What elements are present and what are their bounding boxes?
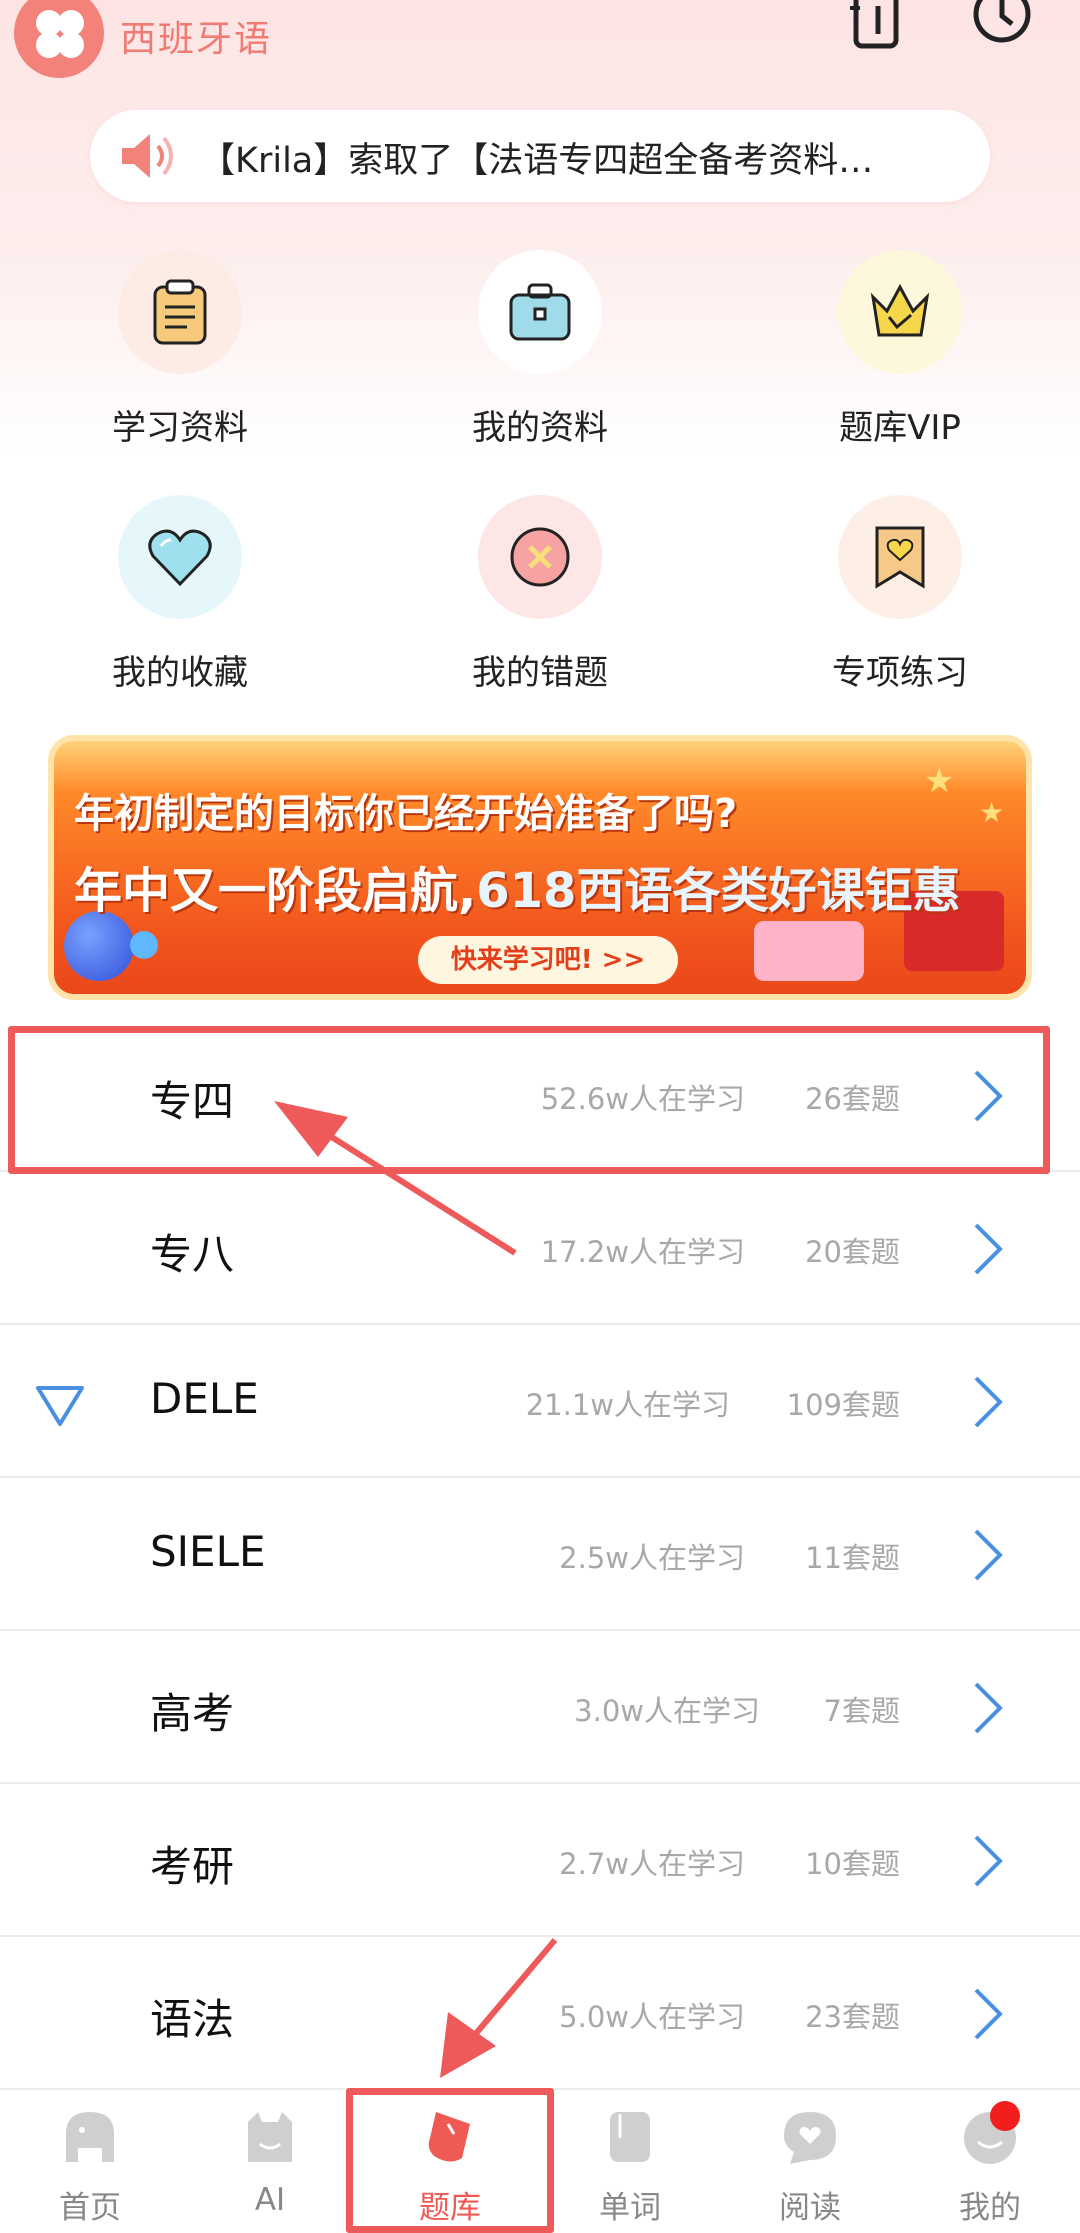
- notice-bar[interactable]: 【Krila】索取了【法语专四超全备考资料…: [90, 110, 990, 202]
- grid-item-special-practice[interactable]: 专项练习: [750, 495, 1050, 695]
- grid-item-study-materials[interactable]: 学习资料: [30, 250, 330, 450]
- banner-subheadline-prefix: 年中又一阶段启航,: [74, 863, 477, 919]
- grid-label: 学习资料: [112, 408, 248, 448]
- bookmark-heart-icon: [875, 526, 925, 589]
- grid-label: 专项练习: [832, 653, 968, 693]
- list-item-kaoyan[interactable]: 考研 2.7w人在学习 10套题: [0, 1785, 1080, 1937]
- learners-count: 2.5w人在学习: [559, 1541, 745, 1575]
- triangle-down-icon: [36, 1386, 84, 1426]
- grid-item-wrong-answers[interactable]: 我的错题: [390, 495, 690, 695]
- exam-name: 考研: [150, 1842, 235, 1891]
- nav-label: AI: [254, 2182, 286, 2218]
- learners-count: 3.0w人在学习: [574, 1694, 760, 1728]
- elephant-icon: [66, 2112, 114, 2162]
- chevron-right-icon: [974, 1682, 1003, 1734]
- annotation-arrow-icon: [274, 1101, 517, 1256]
- grid-label: 我的错题: [472, 653, 608, 693]
- notebook-icon[interactable]: [848, 0, 908, 50]
- banner-headline: 年初制定的目标你已经开始准备了吗?: [74, 791, 738, 837]
- annotation-arrow-icon: [440, 1938, 558, 2078]
- nav-label: 我的: [959, 2190, 1021, 2226]
- banner-subheadline-highlight: 618西语各类好课钜惠: [476, 863, 961, 919]
- nav-label: 首页: [59, 2190, 121, 2226]
- exam-name: 专八: [150, 1230, 235, 1279]
- nav-label: 阅读: [779, 2190, 841, 2226]
- nav-label: 单词: [599, 2190, 661, 2226]
- exam-name: SIELE: [150, 1527, 266, 1576]
- set-count: 11套题: [805, 1541, 900, 1575]
- clock-icon[interactable]: [972, 0, 1032, 50]
- chat-bubble-icon: [784, 2112, 836, 2164]
- grid-icon-bg: [118, 250, 242, 374]
- learners-count: 21.1w人在学习: [525, 1388, 730, 1422]
- speaker-icon: [122, 134, 173, 178]
- decor-ball: [130, 931, 158, 959]
- exam-name: DELE: [150, 1374, 259, 1423]
- app-header: 西班牙语: [0, 0, 1080, 90]
- chevron-right-icon: [974, 1529, 1003, 1581]
- gift-decoration: [754, 921, 864, 981]
- banner-cta-button[interactable]: 快来学习吧! >>: [418, 936, 678, 984]
- promo-banner[interactable]: ★ ★ 年初制定的目标你已经开始准备了吗? 年中又一阶段启航,618西语各类好课…: [48, 735, 1032, 1000]
- grid-item-favorites[interactable]: 我的收藏: [30, 495, 330, 695]
- grid-item-my-materials[interactable]: 我的资料: [390, 250, 690, 450]
- crown-icon: [870, 283, 930, 337]
- set-count: 20套题: [805, 1235, 900, 1269]
- exam-name: 语法: [150, 1995, 235, 2044]
- nav-words[interactable]: 单词: [540, 2090, 720, 2233]
- grid-icon-bg: [478, 495, 602, 619]
- notification-badge: [990, 2101, 1020, 2131]
- learners-count: 2.7w人在学习: [559, 1847, 745, 1881]
- exam-name: 高考: [150, 1689, 235, 1738]
- list-item-zhuanba[interactable]: 专八 17.2w人在学习 20套题: [0, 1173, 1080, 1325]
- list-item-dele[interactable]: DELE 21.1w人在学习 109套题: [0, 1326, 1080, 1478]
- list-item-gaokao[interactable]: 高考 3.0w人在学习 7套题: [0, 1632, 1080, 1784]
- star-icon: ★: [924, 761, 955, 801]
- cross-circle-icon: [510, 527, 570, 587]
- set-count: 109套题: [786, 1388, 900, 1422]
- nav-reading[interactable]: 阅读: [720, 2090, 900, 2233]
- book-icon: [610, 2112, 650, 2162]
- grid-icon-bg: [838, 495, 962, 619]
- decor-ball: [64, 911, 134, 981]
- grid-label: 题库VIP: [839, 408, 961, 448]
- app-title: 西班牙语: [120, 19, 273, 60]
- grid-icon-bg: [478, 250, 602, 374]
- grid-icon-bg: [838, 250, 962, 374]
- chevron-right-icon: [974, 1835, 1003, 1887]
- set-count: 10套题: [805, 1847, 900, 1881]
- grid-label: 我的资料: [472, 408, 608, 448]
- banner-subheadline: 年中又一阶段启航,618西语各类好课钜惠: [74, 851, 960, 921]
- chevron-right-icon: [974, 1223, 1003, 1275]
- grid-label: 我的收藏: [112, 653, 248, 693]
- chevron-right-icon: [974, 1376, 1003, 1428]
- nav-home[interactable]: 首页: [0, 2090, 180, 2233]
- notice-text: 【Krila】索取了【法语专四超全备考资料…: [200, 141, 874, 181]
- heart-icon: [148, 529, 212, 587]
- nav-ai[interactable]: AI: [180, 2090, 360, 2233]
- set-count: 7套题: [823, 1694, 900, 1728]
- star-icon: ★: [979, 796, 1005, 829]
- list-item-siele[interactable]: SIELE 2.5w人在学习 11套题: [0, 1479, 1080, 1631]
- briefcase-icon: [509, 283, 571, 341]
- ai-cat-icon: [248, 2112, 292, 2162]
- learners-count: 17.2w人在学习: [540, 1235, 745, 1269]
- chevron-right-icon: [974, 1988, 1003, 2040]
- grid-icon-bg: [118, 495, 242, 619]
- set-count: 23套题: [805, 2000, 900, 2034]
- clipboard-icon: [153, 279, 207, 345]
- grid-item-vip[interactable]: 题库VIP: [750, 250, 1050, 450]
- highlight-box-tiku-tab: [346, 2088, 554, 2233]
- app-logo: [14, 0, 104, 78]
